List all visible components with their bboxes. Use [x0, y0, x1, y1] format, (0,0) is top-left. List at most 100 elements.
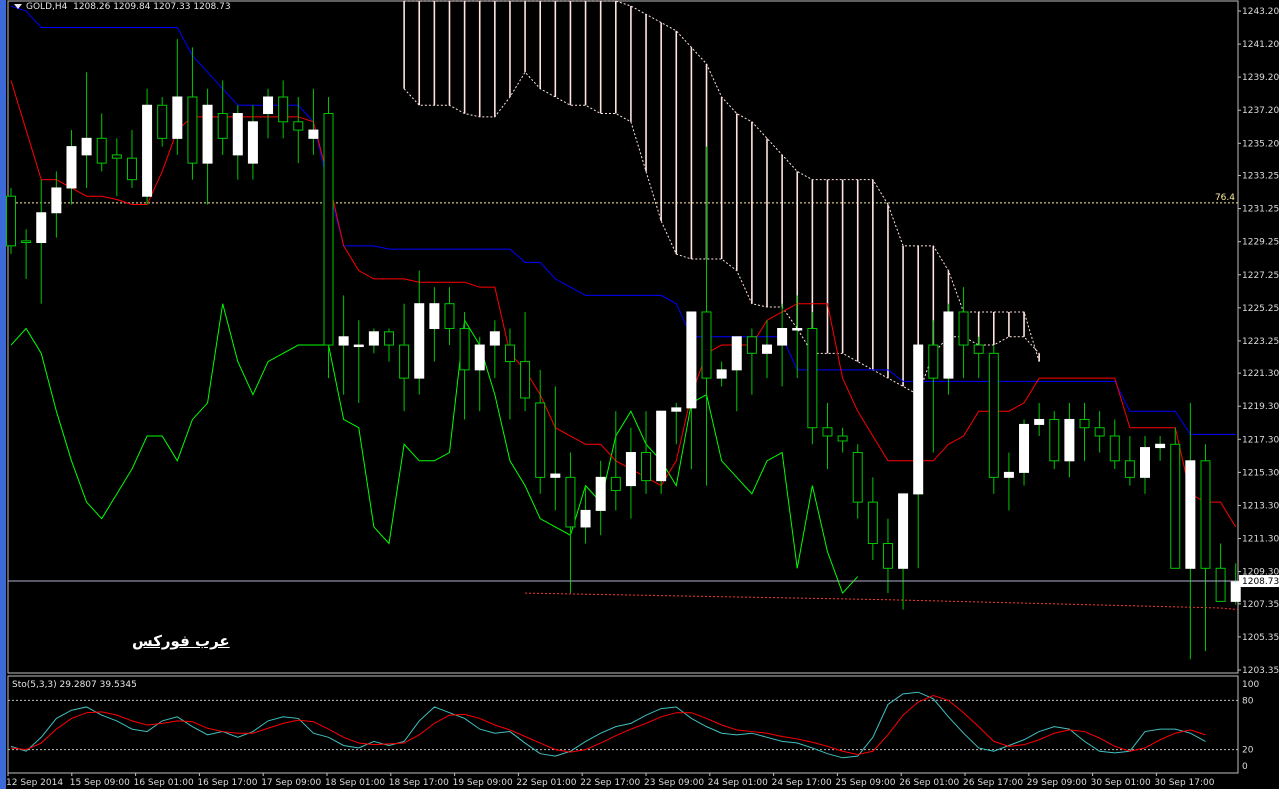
- candle-body: [882, 542, 893, 569]
- stochastic-tick-label: 20: [1242, 746, 1254, 756]
- candle-body: [504, 344, 515, 363]
- price-tick-label: 1235.20: [1242, 139, 1279, 149]
- support-dotted-line: [525, 592, 1239, 611]
- candle-body: [595, 476, 606, 511]
- candle-body: [399, 344, 410, 379]
- price-tick-label: 1231.25: [1242, 205, 1279, 215]
- candle-body: [943, 311, 954, 379]
- price-tick-label: 1239.20: [1242, 73, 1279, 83]
- candle-body: [1170, 443, 1181, 569]
- candle-body: [610, 476, 621, 492]
- candle-body: [671, 407, 682, 412]
- price-tick-label: 1215.30: [1242, 468, 1279, 478]
- candle-body: [202, 104, 213, 164]
- time-tick-label: 30 Sep 01:00: [1091, 778, 1151, 788]
- time-tick-label: 22 Sep 01:00: [516, 778, 576, 788]
- candle-body: [1155, 443, 1166, 449]
- stochastic-panel: 100 80 20 0: [8, 680, 1259, 772]
- candle-body: [1200, 460, 1211, 569]
- price-tick-label: 1213.30: [1242, 501, 1279, 511]
- price-tick-label: 1209.30: [1242, 568, 1279, 578]
- time-tick-label: 12 Sep 2014: [6, 778, 63, 788]
- price-tick-label: 1237.20: [1242, 106, 1279, 116]
- candle-body: [701, 311, 712, 379]
- candle-body: [565, 476, 576, 528]
- candle-body: [217, 113, 228, 139]
- price-tick-label: 1223.25: [1242, 337, 1279, 347]
- candle-body: [1185, 460, 1196, 569]
- dropdown-triangle-icon[interactable]: [14, 4, 22, 9]
- price-tick-label: 1229.25: [1242, 238, 1279, 248]
- candle-body: [474, 344, 485, 371]
- candle-body: [368, 331, 379, 346]
- candle-body: [429, 303, 440, 330]
- candle-body: [958, 311, 969, 346]
- price-tick-label: 1207.35: [1242, 600, 1279, 610]
- price-tick-label: 1227.25: [1242, 271, 1279, 281]
- close-price: 1208.73: [193, 2, 231, 12]
- kijun-sen-line: [10, 5, 1236, 435]
- time-tick-label: 19 Sep 09:00: [453, 778, 513, 788]
- candle-body: [157, 104, 168, 139]
- time-tick-label: 26 Sep 17:00: [963, 778, 1023, 788]
- low-price: 1207.33: [153, 2, 191, 12]
- candle-body: [111, 154, 122, 159]
- candle-body: [656, 410, 667, 482]
- time-tick-label: 15 Sep 09:00: [70, 778, 130, 788]
- stochastic-main-line: [10, 691, 1206, 759]
- candle-body: [6, 195, 16, 247]
- candle-body: [1124, 460, 1135, 478]
- candle-body: [746, 336, 757, 354]
- candle-body: [1019, 423, 1030, 473]
- candle-body: [323, 113, 334, 346]
- time-tick-label: 22 Sep 17:00: [580, 778, 640, 788]
- candle-body: [686, 311, 697, 409]
- candle-body: [414, 303, 425, 379]
- price-tick-label: 1203.35: [1242, 666, 1279, 676]
- candle-body: [1003, 471, 1014, 478]
- time-tick-label: 25 Sep 09:00: [835, 778, 895, 788]
- chart-window[interactable]: 76.4 1208.73 1243.20 1241.20 1239.20 1237.2…: [0, 0, 1279, 789]
- candle-body: [126, 157, 137, 181]
- candle-body: [263, 96, 274, 115]
- candle-body: [580, 509, 591, 528]
- candle-body: [641, 452, 652, 482]
- candle-body: [913, 344, 924, 495]
- price-tick-label: 1219.30: [1242, 402, 1279, 412]
- candle-body: [384, 331, 394, 346]
- candle-body: [142, 104, 153, 197]
- candle-body: [1109, 435, 1120, 462]
- candle-body: [867, 501, 878, 544]
- stochastic-panel-border: [7, 675, 1239, 774]
- time-tick-label: 26 Sep 01:00: [899, 778, 959, 788]
- stochastic-tick-label: 100: [1242, 680, 1259, 690]
- open-price: 1208.26: [73, 2, 111, 12]
- chart-canvas[interactable]: 76.4 1208.73 1243.20 1241.20 1239.20 1237.2…: [0, 0, 1279, 789]
- candle-body: [187, 96, 198, 164]
- price-tick-label: 1243.20: [1242, 7, 1279, 17]
- candle-body: [96, 137, 107, 164]
- candle-body: [21, 240, 32, 244]
- price-tick-label: 1205.35: [1242, 633, 1279, 643]
- candle-body: [520, 361, 531, 399]
- symbol-header: GOLD,H4 1208.26 1209.84 1207.33 1208.73: [14, 2, 231, 12]
- high-price: 1209.84: [113, 2, 151, 12]
- candles: 1208.73: [6, 39, 1279, 660]
- candle-body: [550, 473, 561, 478]
- candle-body: [1094, 427, 1105, 437]
- price-tick-label: 1233.25: [1242, 172, 1279, 182]
- candle-body: [81, 137, 92, 156]
- price-tick-label: 1241.20: [1242, 40, 1279, 50]
- time-tick-label: 23 Sep 09:00: [644, 778, 704, 788]
- price-axis: 1243.20 1241.20 1239.20 1237.20 1235.20 1233.…: [1238, 7, 1279, 676]
- candle-body: [1079, 418, 1090, 429]
- candle-body: [353, 344, 364, 348]
- time-tick-label: 29 Sep 09:00: [1027, 778, 1087, 788]
- candle-body: [898, 493, 909, 569]
- candle-body: [1230, 581, 1241, 602]
- current-price-label: 1208.73: [1242, 577, 1279, 587]
- stochastic-header: Sto(5,3,3) 29.2807 39.5345: [12, 680, 137, 690]
- candle-body: [625, 452, 636, 487]
- candle-body: [807, 328, 818, 429]
- candle-body: [1034, 418, 1045, 425]
